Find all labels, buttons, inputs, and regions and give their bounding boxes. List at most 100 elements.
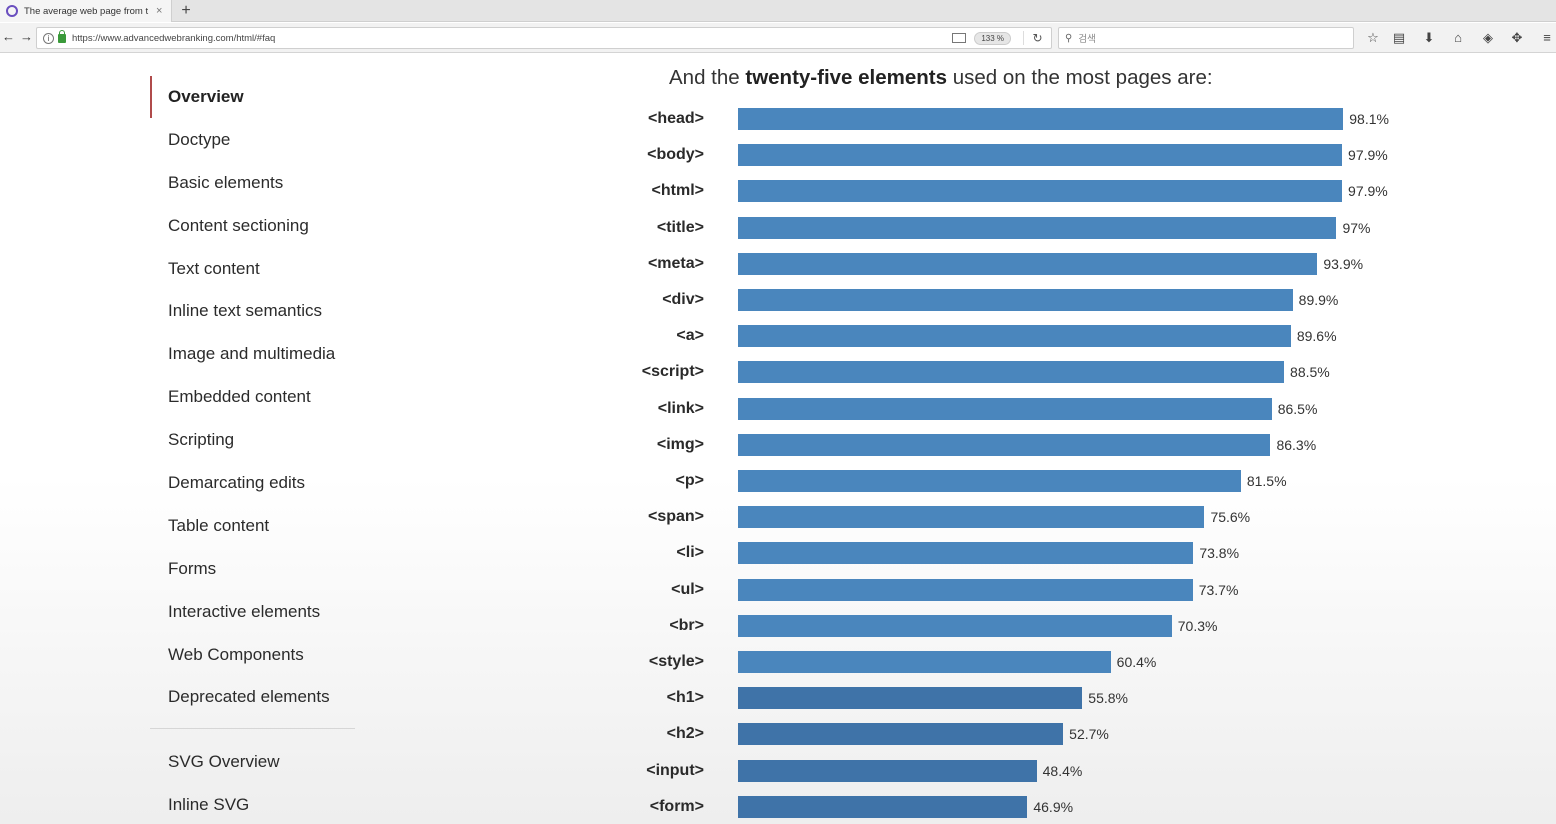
value-label: 86.5% — [1277, 400, 1318, 417]
chart-row: <br> 70.3% — [600, 614, 1420, 637]
sidebar-nav: Overview Doctype Basic elements Content sec… — [150, 76, 355, 824]
sidebar-item-interactive-elements[interactable]: Interactive elements — [150, 591, 355, 634]
sidebar-item-deprecated-elements[interactable]: Deprecated elements — [150, 676, 355, 719]
bar — [738, 470, 1241, 492]
url-text[interactable]: https://www.advancedwebranking.com/html/… — [72, 33, 952, 44]
sidebar-item-demarcating-edits[interactable]: Demarcating edits — [150, 462, 355, 505]
back-button[interactable]: ← — [2, 29, 15, 45]
search-input[interactable]: 검색 — [1078, 31, 1095, 45]
value-label: 52.7% — [1069, 726, 1109, 743]
chart-row: <script> 88.5% — [600, 361, 1420, 384]
bar — [738, 361, 1285, 384]
category-label: <p> — [675, 472, 704, 489]
chart-row: <style> 60.4% — [600, 651, 1420, 673]
category-label: <title> — [656, 218, 704, 236]
chart-row: <span> 75.6% — [600, 506, 1420, 529]
navigation-toolbar: ← → i https://www.advancedwebranking.com… — [0, 23, 1556, 53]
bar — [738, 578, 1193, 601]
menu-icon[interactable]: ≡ — [1538, 29, 1556, 47]
chart-row: <html> 97.9% — [600, 180, 1420, 203]
new-tab-button[interactable]: + — [178, 1, 194, 21]
bar — [738, 651, 1111, 673]
chart-row: <title> 97% — [600, 216, 1420, 239]
chart-title-prefix: And the — [669, 66, 746, 89]
sidebar-item-basic-elements[interactable]: Basic elements — [150, 162, 355, 205]
category-label: <input> — [646, 761, 704, 779]
value-label: 86.3% — [1276, 436, 1317, 453]
chart-title-suffix: used on the most pages are: — [947, 66, 1213, 89]
category-label: <html> — [651, 182, 704, 200]
sidebar-item-inline-text-semantics[interactable]: Inline text semantics — [150, 290, 355, 333]
category-label: <span> — [647, 508, 704, 526]
chart-row: <form> 46.9% — [600, 795, 1420, 818]
sidebar-item-table-content[interactable]: Table content — [150, 505, 355, 548]
value-label: 75.6% — [1210, 509, 1251, 526]
pocket-icon[interactable]: ◈ — [1479, 29, 1497, 47]
value-label: 97.9% — [1348, 183, 1388, 200]
sidebar-item-overview[interactable]: Overview — [150, 76, 355, 119]
chart-row: <a> 89.6% — [600, 325, 1420, 348]
bar — [738, 325, 1291, 348]
category-label: <br> — [669, 616, 704, 634]
category-label: <div> — [662, 291, 704, 308]
tab-close-icon[interactable]: × — [156, 5, 162, 17]
sidebar-item-svg-overview[interactable]: SVG Overview — [150, 741, 355, 784]
sidebar-divider — [150, 728, 355, 730]
bar — [738, 433, 1271, 456]
category-label: <meta> — [647, 254, 704, 272]
home-icon[interactable]: ⌂ — [1449, 29, 1467, 47]
zoom-level-badge[interactable]: 133 % — [974, 31, 1011, 45]
category-label: <img> — [656, 435, 704, 453]
browser-tab[interactable]: The average web page from t × — [0, 0, 172, 22]
value-label: 81.5% — [1246, 473, 1287, 489]
chart-row: <meta> 93.9% — [600, 252, 1420, 275]
category-label: <li> — [676, 544, 704, 562]
bar — [738, 180, 1343, 203]
bar — [738, 506, 1205, 529]
category-label: <h2> — [666, 725, 704, 743]
category-label: <a> — [676, 327, 704, 345]
search-bar[interactable]: ⚲ 검색 — [1058, 27, 1354, 49]
forward-button[interactable]: → — [20, 29, 33, 45]
bar — [738, 289, 1293, 311]
sidebar-item-embedded-content[interactable]: Embedded content — [150, 376, 355, 419]
bar — [738, 723, 1064, 746]
chart-row: <li> 73.8% — [600, 542, 1420, 565]
sidebar-item-inline-svg[interactable]: Inline SVG — [150, 784, 355, 824]
lock-icon — [58, 29, 66, 43]
chart-title: And the twenty-five elements used on the… — [669, 66, 1213, 90]
sidebar-item-forms[interactable]: Forms — [150, 548, 355, 591]
bar — [738, 687, 1083, 710]
chart-row: <p> 81.5% — [600, 470, 1420, 492]
address-bar[interactable]: i https://www.advancedwebranking.com/htm… — [36, 27, 1052, 49]
extension-icon[interactable]: ✥ — [1508, 29, 1526, 47]
bookmark-star-icon[interactable]: ☆ — [1364, 29, 1382, 47]
page-content: Overview Doctype Basic elements Content sec… — [0, 54, 1556, 824]
sidebar-item-web-components[interactable]: Web Components — [150, 634, 355, 677]
reload-icon[interactable]: ↻ — [1023, 31, 1051, 45]
sidebar-item-content-sectioning[interactable]: Content sectioning — [150, 205, 355, 248]
site-favicon-icon — [6, 5, 18, 17]
bar — [738, 252, 1318, 275]
category-label: <link> — [657, 399, 704, 417]
download-icon[interactable]: ⬇ — [1420, 29, 1438, 47]
sidebar-item-text-content[interactable]: Text content — [150, 248, 355, 291]
bar — [738, 795, 1028, 818]
sidebar-item-image-and-multimedia[interactable]: Image and multimedia — [150, 333, 355, 376]
bar — [738, 144, 1343, 167]
chart-row: <link> 86.5% — [600, 397, 1420, 420]
chart-row: <img> 86.3% — [600, 433, 1420, 456]
clipboard-icon[interactable]: ▤ — [1390, 29, 1408, 47]
sidebar-item-doctype[interactable]: Doctype — [150, 119, 355, 162]
tab-title: The average web page from t — [24, 5, 149, 17]
reader-view-icon[interactable] — [952, 33, 967, 43]
value-label: 97.9% — [1348, 147, 1388, 164]
bar — [738, 397, 1272, 420]
value-label: 46.9% — [1033, 798, 1074, 815]
value-label: 93.9% — [1323, 255, 1364, 272]
sidebar-item-scripting[interactable]: Scripting — [150, 419, 355, 462]
info-icon[interactable]: i — [43, 32, 54, 44]
value-label: 89.9% — [1298, 292, 1339, 308]
value-label: 98.1% — [1349, 111, 1389, 127]
category-label: <style> — [648, 653, 704, 670]
